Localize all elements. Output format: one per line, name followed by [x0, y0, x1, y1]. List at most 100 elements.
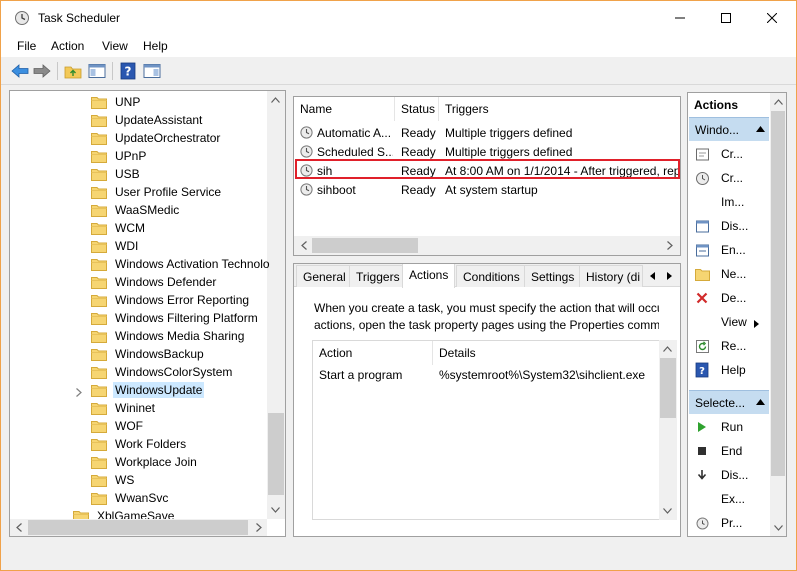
action-item-view-submenu[interactable]: View — [690, 312, 770, 332]
tree-vertical-scrollbar[interactable] — [267, 91, 285, 519]
tree-item-label: WDI — [115, 239, 139, 253]
column-header-triggers[interactable]: Triggers — [439, 97, 680, 121]
tree-item[interactable]: WindowsUpdate — [91, 381, 205, 399]
tree-item[interactable]: Windows Media Sharing — [91, 327, 246, 345]
tree-item[interactable]: UPnP — [91, 147, 148, 165]
task-list-horizontal-scrollbar[interactable] — [294, 236, 680, 255]
tree-item[interactable]: UpdateOrchestrator — [91, 129, 222, 147]
action-item-disable[interactable]: Dis... — [690, 465, 770, 485]
tree-item-label: WOF — [115, 419, 143, 433]
tab-actions[interactable]: Actions — [402, 264, 456, 288]
collapse-triangle-icon — [756, 126, 765, 132]
tree-scroll-thumb[interactable] — [268, 413, 284, 495]
tree-item[interactable]: WDI — [91, 237, 140, 255]
action-item-refresh[interactable]: Re... — [690, 336, 770, 356]
action-item-properties[interactable]: Pr... — [690, 513, 770, 533]
menu-file[interactable]: File — [17, 39, 36, 53]
scroll-right-arrow[interactable] — [250, 519, 267, 536]
window-title: Task Scheduler — [38, 11, 121, 25]
maximize-button[interactable] — [703, 1, 749, 35]
toolbar: ? — [1, 57, 796, 85]
column-header-details[interactable]: Details — [433, 341, 659, 365]
column-header-name[interactable]: Name — [294, 97, 395, 121]
action-item-import[interactable]: Im... — [690, 192, 770, 212]
tree-item[interactable]: User Profile Service — [91, 183, 223, 201]
display-running-icon — [694, 218, 710, 234]
properties-vertical-scrollbar[interactable] — [659, 340, 677, 520]
action-item-create-task[interactable]: Cr... — [690, 168, 770, 188]
tree-item[interactable]: Windows Defender — [91, 273, 218, 291]
show-hide-console-tree-button[interactable] — [87, 61, 107, 81]
tab-history[interactable]: History (di — [579, 265, 643, 287]
tree-item[interactable]: UNP — [91, 93, 142, 111]
back-button[interactable] — [10, 61, 30, 81]
scroll-left-arrow[interactable] — [295, 237, 312, 254]
folder-icon — [91, 294, 107, 307]
tab-scroll-left-button[interactable] — [644, 266, 661, 285]
tab-general[interactable]: General — [296, 265, 353, 287]
action-item-enable-history[interactable]: En... — [690, 240, 770, 260]
action-item-end[interactable]: End — [690, 441, 770, 461]
actions-pane-scrollbar[interactable] — [770, 93, 786, 536]
column-header-status[interactable]: Status — [395, 97, 439, 121]
actions-pane-scroll-thumb[interactable] — [771, 111, 785, 476]
tree-item[interactable]: WindowsBackup — [91, 345, 206, 363]
tree-horizontal-scrollbar[interactable] — [10, 519, 267, 536]
table-row[interactable]: sihboot Ready At system startup — [294, 180, 680, 199]
minimize-button[interactable] — [657, 1, 703, 35]
tree-item[interactable]: Windows Error Reporting — [91, 291, 251, 309]
tab-triggers[interactable]: Triggers — [349, 265, 407, 287]
tree-item[interactable]: USB — [91, 165, 142, 183]
show-hide-action-pane-button[interactable] — [142, 61, 162, 81]
action-item-export[interactable]: Ex... — [690, 489, 770, 509]
scroll-up-arrow[interactable] — [659, 340, 676, 357]
help-button[interactable]: ? — [118, 61, 138, 81]
tree-item-label: UPnP — [115, 149, 147, 163]
scroll-up-arrow[interactable] — [770, 93, 786, 110]
tree-item[interactable]: WindowsColorSystem — [91, 363, 234, 381]
task-properties-pane: General Triggers Actions Conditions Sett… — [293, 263, 681, 537]
tree-hscroll-thumb[interactable] — [28, 520, 248, 535]
folder-icon — [91, 492, 107, 505]
actions-section-windowsupdate[interactable]: Windo... — [689, 117, 769, 141]
up-folder-button[interactable] — [63, 61, 83, 81]
task-list-hscroll-thumb[interactable] — [312, 238, 418, 253]
tree-item[interactable]: WOF — [91, 417, 145, 435]
tree-item[interactable]: WCM — [91, 219, 147, 237]
tree-item[interactable]: Windows Filtering Platform — [91, 309, 260, 327]
menu-view[interactable]: View — [102, 39, 128, 53]
menu-help[interactable]: Help — [143, 39, 168, 53]
scroll-down-arrow[interactable] — [770, 519, 786, 536]
action-item-new-folder[interactable]: Ne... — [690, 264, 770, 284]
tree-item[interactable]: WwanSvc — [91, 489, 170, 507]
tab-scroll-right-button[interactable] — [661, 266, 678, 285]
scroll-up-arrow[interactable] — [267, 91, 284, 108]
action-item-create-basic-task[interactable]: Cr... — [690, 144, 770, 164]
tree-item[interactable]: WS — [91, 471, 136, 489]
tree-item[interactable]: Windows Activation Technolo — [91, 255, 272, 273]
close-button[interactable] — [749, 1, 795, 35]
properties-scroll-thumb[interactable] — [660, 358, 676, 418]
table-row[interactable]: Automatic A... Ready Multiple triggers def… — [294, 123, 680, 142]
table-row[interactable]: Start a program %systemroot%\System32\si… — [313, 365, 645, 385]
actions-section-selected-item[interactable]: Selecte... — [689, 390, 769, 414]
menu-action[interactable]: Action — [51, 39, 84, 53]
tab-settings[interactable]: Settings — [524, 265, 582, 287]
tree-item[interactable]: Wininet — [91, 399, 157, 417]
action-item-display-running[interactable]: Dis... — [690, 216, 770, 236]
tab-conditions[interactable]: Conditions — [456, 265, 527, 287]
action-item-help[interactable]: ? Help — [690, 360, 770, 380]
tree-item[interactable]: UpdateAssistant — [91, 111, 204, 129]
forward-button[interactable] — [32, 61, 52, 81]
tree-expander[interactable] — [76, 386, 82, 400]
action-item-delete-folder[interactable]: De... — [690, 288, 770, 308]
scroll-down-arrow[interactable] — [267, 501, 284, 518]
tree-item[interactable]: Workplace Join — [91, 453, 199, 471]
tree-item[interactable]: Work Folders — [91, 435, 188, 453]
tree-item[interactable]: WaaSMedic — [91, 201, 181, 219]
column-header-action[interactable]: Action — [313, 341, 433, 365]
action-item-run[interactable]: Run — [690, 417, 770, 437]
scroll-left-arrow[interactable] — [10, 519, 27, 536]
scroll-down-arrow[interactable] — [659, 502, 676, 519]
scroll-right-arrow[interactable] — [661, 237, 678, 254]
